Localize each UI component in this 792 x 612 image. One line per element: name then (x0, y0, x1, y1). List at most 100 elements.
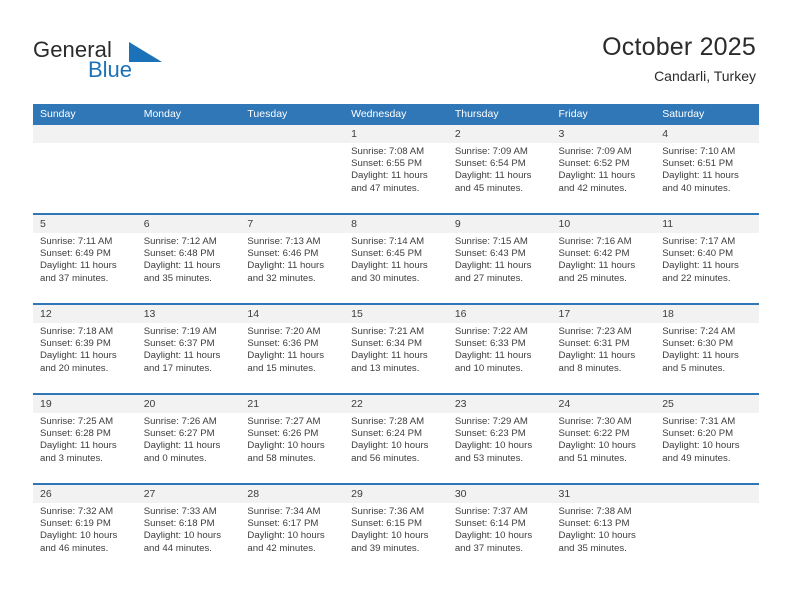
day-details: Sunrise: 7:19 AM Sunset: 6:37 PM Daylight:… (137, 323, 241, 375)
day-cell-16[interactable]: 16 Sunrise: 7:22 AM Sunset: 6:33 PM Dayligh… (447, 305, 552, 393)
day-cell-17[interactable]: 17 Sunrise: 7:23 AM Sunset: 6:31 PM Dayligh… (551, 305, 656, 393)
day-cell-22[interactable]: 22 Sunrise: 7:28 AM Sunset: 6:24 PM Dayligh… (344, 395, 448, 483)
day-cell-20[interactable]: 20 Sunrise: 7:26 AM Sunset: 6:27 PM Dayligh… (136, 395, 241, 483)
day-number: 21 (240, 395, 345, 413)
day-detail-line: and 46 minutes. (40, 542, 109, 554)
day-cell-10[interactable]: 10 Sunrise: 7:16 AM Sunset: 6:42 PM Dayligh… (551, 215, 656, 303)
day-details: Sunrise: 7:25 AM Sunset: 6:28 PM Daylight:… (33, 413, 137, 465)
day-cell-26[interactable]: 26 Sunrise: 7:32 AM Sunset: 6:19 PM Dayligh… (33, 485, 137, 573)
day-details: Sunrise: 7:10 AM Sunset: 6:51 PM Daylight:… (655, 143, 759, 195)
day-detail-line: Sunset: 6:42 PM (558, 248, 630, 260)
day-details: Sunrise: 7:26 AM Sunset: 6:27 PM Daylight:… (137, 413, 241, 465)
day-detail-line: Sunrise: 7:14 AM (351, 236, 425, 247)
day-cell-27[interactable]: 27 Sunrise: 7:33 AM Sunset: 6:18 PM Dayligh… (136, 485, 241, 573)
day-detail-line: Daylight: 10 hours (40, 530, 118, 542)
day-cell-15[interactable]: 15 Sunrise: 7:21 AM Sunset: 6:34 PM Dayligh… (344, 305, 448, 393)
day-cell-31[interactable]: 31 Sunrise: 7:38 AM Sunset: 6:13 PM Dayligh… (551, 485, 656, 573)
day-cell-19[interactable]: 19 Sunrise: 7:25 AM Sunset: 6:28 PM Dayligh… (33, 395, 137, 483)
day-cell-24[interactable]: 24 Sunrise: 7:30 AM Sunset: 6:22 PM Dayligh… (551, 395, 656, 483)
day-detail-line: Sunrise: 7:34 AM (247, 506, 321, 517)
title-block: October 2025 Candarli, Turkey (602, 32, 756, 85)
day-number (240, 125, 345, 143)
day-details: Sunrise: 7:22 AM Sunset: 6:33 PM Daylight:… (448, 323, 552, 375)
day-cell-11[interactable]: 11 Sunrise: 7:17 AM Sunset: 6:40 PM Dayligh… (655, 215, 759, 303)
day-cell-30[interactable]: 30 Sunrise: 7:37 AM Sunset: 6:14 PM Dayligh… (447, 485, 552, 573)
day-number: 19 (33, 395, 137, 413)
day-detail-line: Sunrise: 7:18 AM (40, 326, 114, 337)
day-cell-28[interactable]: 28 Sunrise: 7:34 AM Sunset: 6:17 PM Dayligh… (240, 485, 345, 573)
day-cell-2[interactable]: 2 Sunrise: 7:09 AM Sunset: 6:54 PM Daylight… (447, 125, 552, 213)
day-details: Sunrise: 7:23 AM Sunset: 6:31 PM Daylight:… (552, 323, 656, 375)
day-detail-line: Daylight: 10 hours (454, 530, 533, 542)
day-details (655, 503, 759, 506)
day-detail-line: Daylight: 11 hours (143, 440, 221, 452)
day-cell-3[interactable]: 3 Sunrise: 7:09 AM Sunset: 6:52 PM Daylight… (551, 125, 656, 213)
day-number: 26 (33, 485, 137, 503)
day-details: Sunrise: 7:15 AM Sunset: 6:43 PM Daylight:… (448, 233, 552, 285)
weekday-header-friday: Friday (558, 108, 588, 120)
day-detail-line: Sunset: 6:19 PM (40, 518, 111, 530)
day-detail-line: Daylight: 11 hours (662, 260, 739, 272)
day-details: Sunrise: 7:13 AM Sunset: 6:46 PM Daylight:… (240, 233, 344, 285)
day-cell-29[interactable]: 29 Sunrise: 7:36 AM Sunset: 6:15 PM Dayligh… (344, 485, 448, 573)
day-detail-line: Sunset: 6:17 PM (247, 518, 319, 530)
day-cell-13[interactable]: 13 Sunrise: 7:19 AM Sunset: 6:37 PM Dayligh… (136, 305, 241, 393)
day-cell-12[interactable]: 12 Sunrise: 7:18 AM Sunset: 6:39 PM Dayligh… (33, 305, 137, 393)
day-cell-5[interactable]: 5 Sunrise: 7:11 AM Sunset: 6:49 PM Daylight… (33, 215, 137, 303)
day-details (137, 143, 241, 146)
day-detail-line: Sunset: 6:40 PM (662, 248, 734, 260)
day-cell-25[interactable]: 25 Sunrise: 7:31 AM Sunset: 6:20 PM Dayligh… (655, 395, 759, 483)
day-detail-line: Sunrise: 7:32 AM (40, 506, 114, 517)
day-detail-line: Sunrise: 7:25 AM (40, 416, 114, 427)
day-cell-18[interactable]: 18 Sunrise: 7:24 AM Sunset: 6:30 PM Dayligh… (655, 305, 759, 393)
day-detail-line: and 8 minutes. (558, 362, 622, 374)
day-cell-14[interactable]: 14 Sunrise: 7:20 AM Sunset: 6:36 PM Dayligh… (240, 305, 345, 393)
general-blue-logo[interactable]: General Blue (33, 38, 213, 86)
day-detail-line: Sunset: 6:39 PM (40, 338, 111, 350)
day-details: Sunrise: 7:28 AM Sunset: 6:24 PM Daylight:… (344, 413, 448, 465)
day-detail-line: and 45 minutes. (454, 182, 524, 194)
day-detail-line: Daylight: 11 hours (454, 170, 532, 182)
calendar-page: General Blue October 2025 Candarli, Turk… (0, 0, 792, 612)
day-detail-line: and 32 minutes. (247, 272, 316, 284)
day-number: 4 (655, 125, 759, 143)
day-cell-6[interactable]: 6 Sunrise: 7:12 AM Sunset: 6:48 PM Daylight… (136, 215, 241, 303)
day-detail-line: Daylight: 10 hours (558, 530, 636, 542)
day-detail-line: Sunrise: 7:23 AM (558, 326, 632, 337)
day-cell-4[interactable]: 4 Sunrise: 7:10 AM Sunset: 6:51 PM Daylight… (655, 125, 759, 213)
day-detail-line: Sunset: 6:36 PM (247, 338, 319, 350)
day-detail-line: and 42 minutes. (558, 182, 627, 194)
day-cell-7[interactable]: 7 Sunrise: 7:13 AM Sunset: 6:46 PM Daylight… (240, 215, 345, 303)
day-detail-line: Sunrise: 7:17 AM (662, 236, 736, 247)
day-detail-line: and 37 minutes. (454, 542, 524, 554)
day-number: 9 (447, 215, 552, 233)
calendar-grid: Sunday Monday Tuesday Wednesday Thursday Frid… (33, 104, 759, 575)
day-detail-line: Sunrise: 7:37 AM (454, 506, 528, 517)
day-details: Sunrise: 7:09 AM Sunset: 6:52 PM Daylight:… (552, 143, 656, 195)
day-number: 31 (551, 485, 656, 503)
day-number: 24 (551, 395, 656, 413)
day-cell-9[interactable]: 9 Sunrise: 7:15 AM Sunset: 6:43 PM Daylight… (447, 215, 552, 303)
day-details: Sunrise: 7:17 AM Sunset: 6:40 PM Daylight:… (655, 233, 759, 285)
day-cell-21[interactable]: 21 Sunrise: 7:27 AM Sunset: 6:26 PM Dayligh… (240, 395, 345, 483)
day-details: Sunrise: 7:38 AM Sunset: 6:13 PM Daylight:… (552, 503, 656, 555)
day-details: Sunrise: 7:30 AM Sunset: 6:22 PM Daylight:… (552, 413, 656, 465)
day-detail-line: Daylight: 11 hours (454, 260, 532, 272)
day-detail-line: and 3 minutes. (40, 452, 103, 464)
day-detail-line: Sunset: 6:30 PM (662, 338, 734, 350)
day-detail-line: Sunrise: 7:31 AM (662, 416, 736, 427)
day-details: Sunrise: 7:34 AM Sunset: 6:17 PM Daylight:… (240, 503, 344, 555)
day-detail-line: Sunrise: 7:27 AM (247, 416, 321, 427)
day-detail-line: Daylight: 11 hours (454, 350, 532, 362)
day-detail-line: and 17 minutes. (143, 362, 212, 374)
day-cell-empty (240, 125, 345, 213)
day-cell-1[interactable]: 1 Sunrise: 7:08 AM Sunset: 6:55 PM Daylight… (344, 125, 448, 213)
day-number: 5 (33, 215, 137, 233)
day-detail-line: and 20 minutes. (40, 362, 109, 374)
day-detail-line: Sunset: 6:14 PM (454, 518, 526, 530)
day-detail-line: Sunrise: 7:09 AM (454, 146, 528, 157)
day-cell-23[interactable]: 23 Sunrise: 7:29 AM Sunset: 6:23 PM Dayligh… (447, 395, 552, 483)
day-details: Sunrise: 7:12 AM Sunset: 6:48 PM Daylight:… (137, 233, 241, 285)
day-cell-8[interactable]: 8 Sunrise: 7:14 AM Sunset: 6:45 PM Daylight… (344, 215, 448, 303)
day-number: 17 (551, 305, 656, 323)
